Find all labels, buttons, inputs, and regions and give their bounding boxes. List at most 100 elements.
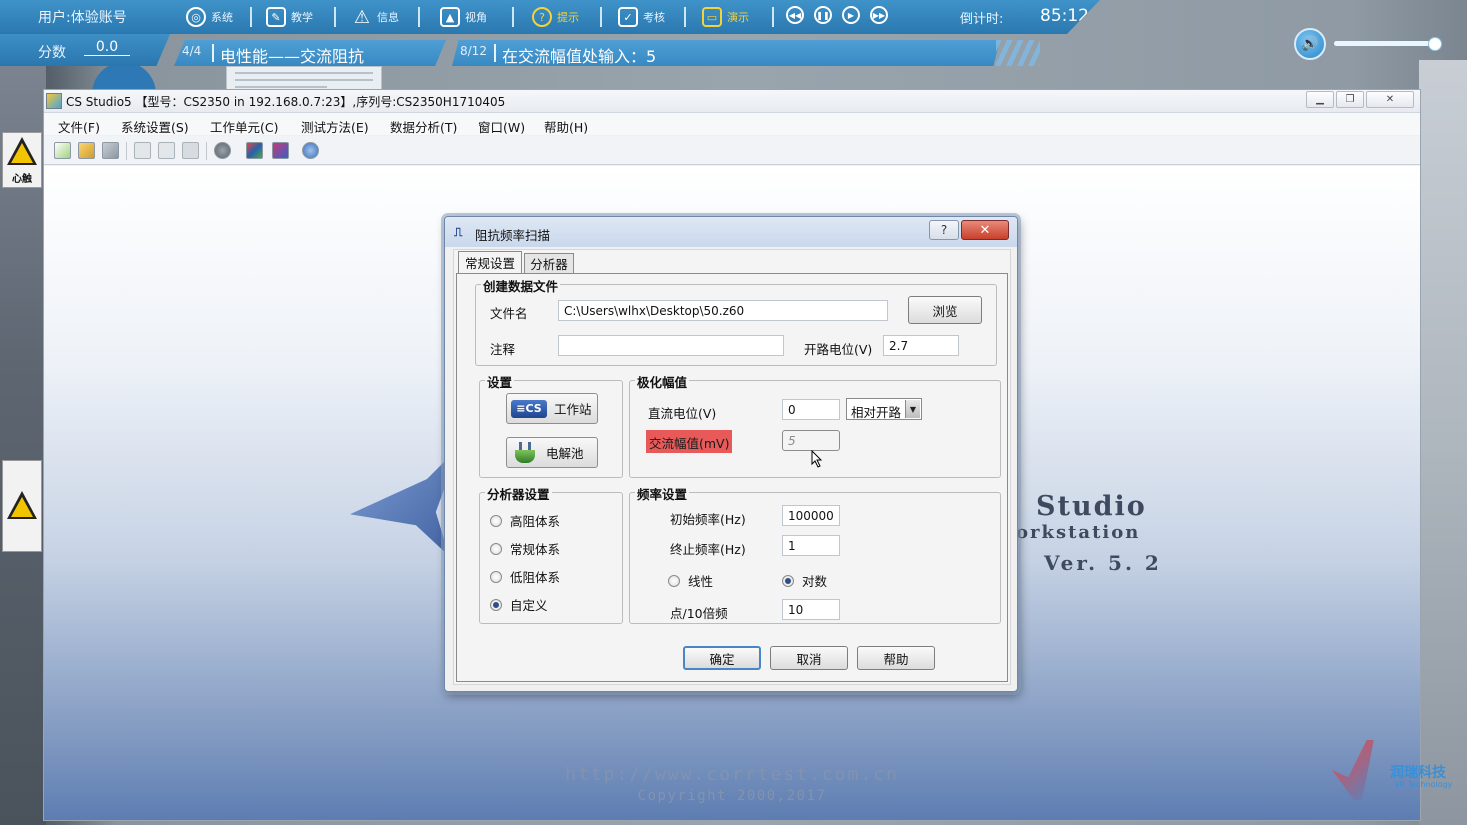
radio-linear-label: 线性 (688, 574, 714, 589)
avatar (92, 62, 156, 92)
radio-button (490, 514, 502, 527)
clipboard-icon: ✓ (618, 7, 638, 27)
radio-button-selected (490, 598, 502, 611)
hud-hint-label: 提示 (557, 11, 579, 24)
chart-icon[interactable] (246, 142, 263, 159)
end-frequency-input[interactable]: 1 (782, 535, 840, 556)
dc-reference-value: 相对开路 (851, 405, 902, 420)
dc-potential-label: 直流电位(V) (648, 406, 717, 421)
menu-work-unit[interactable]: 工作单元(C) (210, 117, 278, 136)
ac-amplitude-input[interactable]: 5 (782, 430, 840, 451)
electrolytic-cell-button[interactable]: 电解池 (506, 437, 598, 468)
menu-window[interactable]: 窗口(W) (478, 117, 525, 136)
dialog-title: 阻抗频率扫描 (475, 228, 551, 243)
help-button[interactable]: 帮助 (857, 646, 935, 670)
hud-demo-button[interactable]: ▭ 演示 (702, 4, 749, 30)
teach-icon: ✎ (266, 7, 286, 27)
analyzer-settings-group: 分析器设置 高阻体系 常规体系 低阻体系 自定义 (479, 484, 623, 624)
pulse-icon: ⎍ (454, 225, 463, 239)
save-icon[interactable] (102, 142, 119, 159)
hud-info-label: 信息 (377, 11, 399, 24)
task-bar: 8/12 在交流幅值处输入：5 (452, 40, 1000, 66)
ok-button[interactable]: 确定 (683, 646, 761, 670)
hud-separator (600, 7, 602, 27)
restore-icon[interactable]: ❐ (1336, 91, 1364, 108)
tab-analyzer[interactable]: 分析器 (524, 253, 574, 273)
tab-general-settings[interactable]: 常规设置 (458, 251, 522, 273)
settings-title: 设置 (485, 372, 515, 391)
settings-group: 设置 ≡CS 工作站 电解池 (479, 372, 623, 478)
filename-input[interactable]: C:\Users\wlhx\Desktop\50.z60 (558, 300, 888, 321)
radio-linear[interactable]: 线性 (668, 571, 713, 590)
dialog-help-icon[interactable]: ? (929, 220, 959, 240)
ac-amplitude-label: 交流幅值(mV) (646, 430, 733, 453)
stop-icon[interactable] (214, 142, 231, 159)
dc-potential-input[interactable]: 0 (782, 399, 840, 420)
hud-view-button[interactable]: ▲ 视角 (440, 4, 487, 30)
network-icon[interactable] (302, 142, 319, 159)
volume-icon[interactable]: 🔊 (1294, 28, 1326, 60)
radio-high-impedance[interactable]: 高阻体系 (490, 511, 560, 530)
open-icon[interactable] (78, 142, 95, 159)
toolbar-separator (206, 142, 207, 160)
copy-icon[interactable] (134, 142, 151, 159)
start-frequency-input[interactable]: 100000 (782, 505, 840, 526)
paste-icon[interactable] (158, 142, 175, 159)
hud-teach-button[interactable]: ✎ 教学 (266, 4, 313, 30)
menu-help[interactable]: 帮助(H) (544, 117, 588, 136)
volume-fill (1334, 41, 1429, 46)
task-text: 在交流幅值处输入：5 (502, 47, 657, 66)
browse-button[interactable]: 浏览 (908, 296, 982, 324)
task-separator (494, 44, 496, 62)
note-input[interactable] (558, 335, 784, 356)
print-icon[interactable] (182, 142, 199, 159)
polarization-amplitude-title: 极化幅值 (635, 372, 690, 391)
workstation-label: 工作站 (554, 402, 592, 417)
play-icon[interactable]: ▶ (842, 6, 860, 24)
start-frequency-label: 初始频率(Hz) (670, 512, 746, 527)
monitor-icon: ▭ (702, 7, 722, 27)
hud-separator (772, 7, 774, 27)
pause-icon[interactable]: ❚❚ (814, 6, 832, 24)
new-icon[interactable] (54, 142, 71, 159)
scene-left-wall: 心触 (0, 60, 46, 825)
workstation-button[interactable]: ≡CS 工作站 (506, 393, 598, 424)
radio-button (490, 570, 502, 583)
decorative-stripes (996, 40, 1040, 66)
points-per-decade-label: 点/10倍频 (670, 606, 728, 621)
dc-reference-select[interactable]: 相对开路 ▼ (846, 398, 922, 420)
analyzer-settings-title: 分析器设置 (485, 484, 552, 503)
radio-logarithmic[interactable]: 对数 (782, 571, 827, 590)
close-icon[interactable]: ✕ (1366, 91, 1414, 108)
step-separator (212, 44, 214, 62)
dropdown-arrow-icon: ▼ (905, 400, 920, 418)
score-bar: 分数 0.0 (0, 34, 170, 66)
hud-system-button[interactable]: ◎ 系统 (186, 4, 233, 30)
volume-slider[interactable] (1334, 41, 1434, 46)
hud-system-label: 系统 (211, 11, 233, 24)
radio-custom[interactable]: 自定义 (490, 595, 548, 614)
analyze-icon[interactable] (272, 142, 289, 159)
frequency-settings-group: 频率设置 初始频率(Hz) 100000 终止频率(Hz) 1 线性 对数 点/… (629, 484, 1001, 624)
hud-separator (418, 7, 420, 27)
radio-normal[interactable]: 常规体系 (490, 539, 560, 558)
points-per-decade-input[interactable]: 10 (782, 599, 840, 620)
dialog-close-icon[interactable]: ✕ (961, 220, 1009, 240)
open-circuit-potential-input[interactable]: 2.7 (883, 335, 959, 356)
menu-test-method[interactable]: 测试方法(E) (301, 117, 369, 136)
vr-logo-subtext: VR Technology (1394, 780, 1453, 789)
radio-low-impedance[interactable]: 低阻体系 (490, 567, 560, 586)
minimize-icon[interactable]: ▁ (1306, 91, 1334, 108)
menu-file[interactable]: 文件(F) (58, 117, 100, 136)
menu-system-settings[interactable]: 系统设置(S) (121, 117, 189, 136)
hud-exam-button[interactable]: ✓ 考核 (618, 4, 665, 30)
rewind-icon[interactable]: ◀◀ (786, 6, 804, 24)
hud-hint-button[interactable]: ? 提示 (532, 4, 579, 30)
volume-slider-handle[interactable] (1428, 37, 1442, 51)
hud-info-button[interactable]: ⚠ 信息 (352, 4, 399, 30)
menu-data-analysis[interactable]: 数据分析(T) (390, 117, 457, 136)
fast-forward-icon[interactable]: ▶▶ (870, 6, 888, 24)
cancel-button[interactable]: 取消 (770, 646, 848, 670)
radio-button-selected (782, 574, 794, 587)
app-icon (46, 93, 62, 109)
